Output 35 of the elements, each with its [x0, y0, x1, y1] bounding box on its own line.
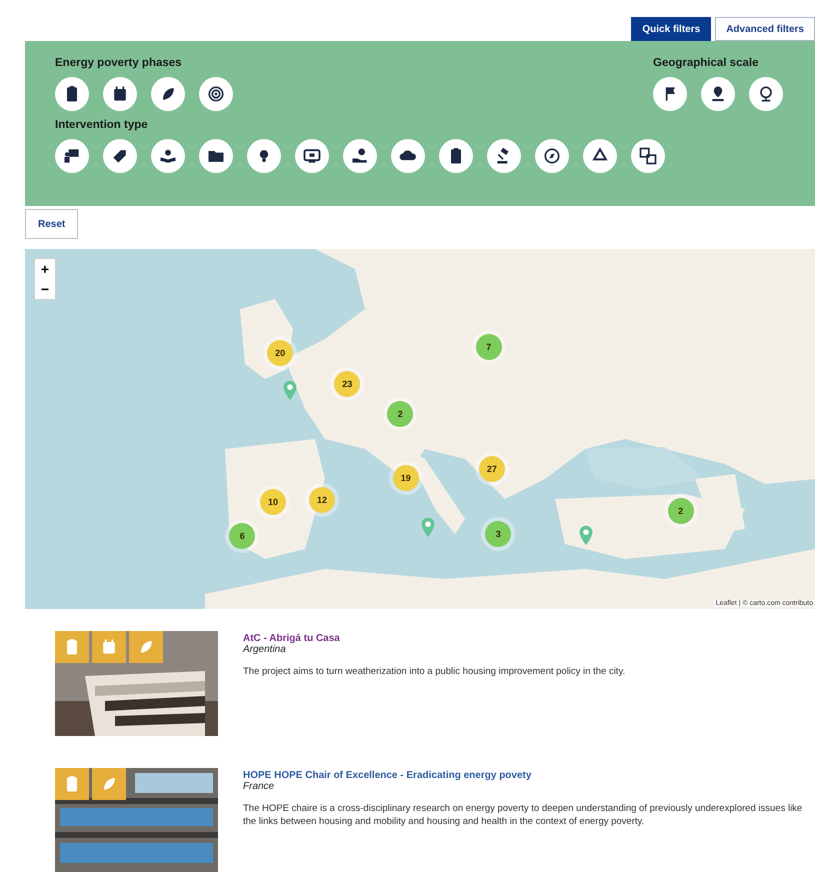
filter-button[interactable]: [343, 139, 377, 173]
filter-button[interactable]: [439, 139, 473, 173]
filter-button[interactable]: [391, 139, 425, 173]
squares-icon: [638, 146, 658, 166]
filter-button[interactable]: [631, 139, 665, 173]
project-country: France: [243, 781, 276, 792]
filter-button[interactable]: [103, 77, 137, 111]
filter-button[interactable]: [583, 139, 617, 173]
project-title-link[interactable]: HOPE HOPE Chair of Excellence - Eradicating energy povety: [243, 770, 803, 781]
filter-button[interactable]: [151, 77, 185, 111]
compass-icon: [542, 146, 562, 166]
project-description: The HOPE chaire is a cross-disciplinary research on energy poverty to deepen understanding of previously underexplored issues like the links between housing and mobility and housing and health in the context of energy poverty.: [243, 802, 803, 828]
target-icon: [206, 84, 226, 104]
filter-tab[interactable]: Advanced filters: [715, 17, 815, 41]
filter-button[interactable]: [653, 77, 687, 111]
project-country: Argentina: [243, 644, 287, 655]
section-title: Energy poverty phases: [55, 57, 183, 69]
reset-button[interactable]: Reset: [25, 209, 78, 239]
filter-button[interactable]: [55, 139, 89, 173]
filter-button[interactable]: [487, 139, 521, 173]
filter-button[interactable]: [295, 139, 329, 173]
filter-button[interactable]: [749, 77, 783, 111]
section-title: Intervention type: [55, 119, 149, 131]
filter-button[interactable]: [701, 77, 735, 111]
filter-button[interactable]: [199, 77, 233, 111]
filter-button[interactable]: [247, 139, 281, 173]
project-description: The project aims to turn weatherization into a public housing improvement policy in the city.: [243, 665, 626, 678]
section-title: Geographical scale: [653, 57, 760, 69]
filter-button[interactable]: [55, 77, 89, 111]
filter-button[interactable]: [103, 139, 137, 173]
filter-button[interactable]: [535, 139, 569, 173]
project-title-link[interactable]: AtC - Abrigá tu Casa: [243, 633, 803, 644]
filter-button[interactable]: [151, 139, 185, 173]
filter-tab[interactable]: Quick filters: [631, 17, 712, 41]
filter-button[interactable]: [199, 139, 233, 173]
